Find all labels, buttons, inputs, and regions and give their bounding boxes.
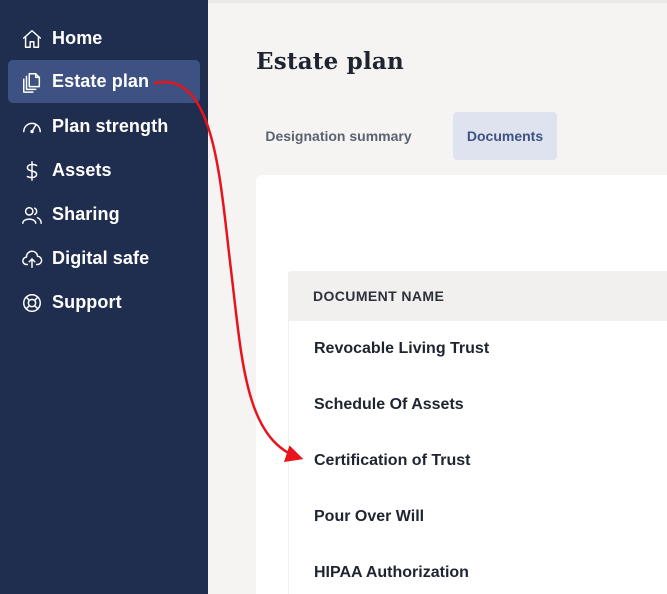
main-content: Estate plan Designation summary Document…	[208, 0, 667, 594]
documents-card: DOCUMENT NAME Revocable Living Trust Sch…	[256, 175, 667, 594]
gauge-icon	[20, 115, 44, 139]
sidebar-item-digital-safe[interactable]: Digital safe	[8, 237, 200, 280]
sidebar-item-label: Plan strength	[52, 116, 169, 136]
sidebar-item-label: Home	[52, 28, 103, 48]
table-row[interactable]: Revocable Living Trust	[288, 321, 667, 377]
table-row[interactable]: HIPAA Authorization	[288, 545, 667, 594]
table-row[interactable]: Schedule Of Assets	[288, 377, 667, 433]
sidebar-item-estate-plan[interactable]: Estate plan	[8, 60, 200, 103]
table-row[interactable]: Certification of Trust	[288, 433, 667, 489]
sidebar-item-label: Sharing	[52, 204, 120, 224]
tab-designation-summary[interactable]: Designation summary	[256, 112, 421, 160]
dollar-icon	[20, 159, 44, 183]
sidebar-item-label: Digital safe	[52, 248, 150, 268]
top-divider	[208, 0, 667, 3]
sidebar-item-support[interactable]: Support	[8, 281, 200, 324]
cloud-upload-icon	[20, 247, 44, 271]
people-icon	[20, 203, 44, 227]
sidebar-item-label: Estate plan	[52, 71, 150, 91]
sidebar-item-label: Support	[52, 292, 122, 312]
tab-documents[interactable]: Documents	[453, 112, 557, 160]
sidebar-item-plan-strength[interactable]: Plan strength	[8, 105, 200, 148]
documents-table: DOCUMENT NAME Revocable Living Trust Sch…	[288, 271, 667, 594]
sidebar-item-assets[interactable]: Assets	[8, 149, 200, 192]
table-row[interactable]: Pour Over Will	[288, 489, 667, 545]
sidebar-item-label: Assets	[52, 160, 112, 180]
documents-icon	[20, 70, 44, 94]
sidebar: Home Estate plan Plan strength Assets Sh…	[0, 0, 208, 594]
column-header-document-name[interactable]: DOCUMENT NAME	[288, 271, 667, 321]
lifebuoy-icon	[20, 291, 44, 315]
sidebar-item-home[interactable]: Home	[8, 17, 200, 60]
page-title: Estate plan	[256, 48, 404, 75]
home-icon	[20, 27, 44, 51]
sidebar-item-sharing[interactable]: Sharing	[8, 193, 200, 236]
